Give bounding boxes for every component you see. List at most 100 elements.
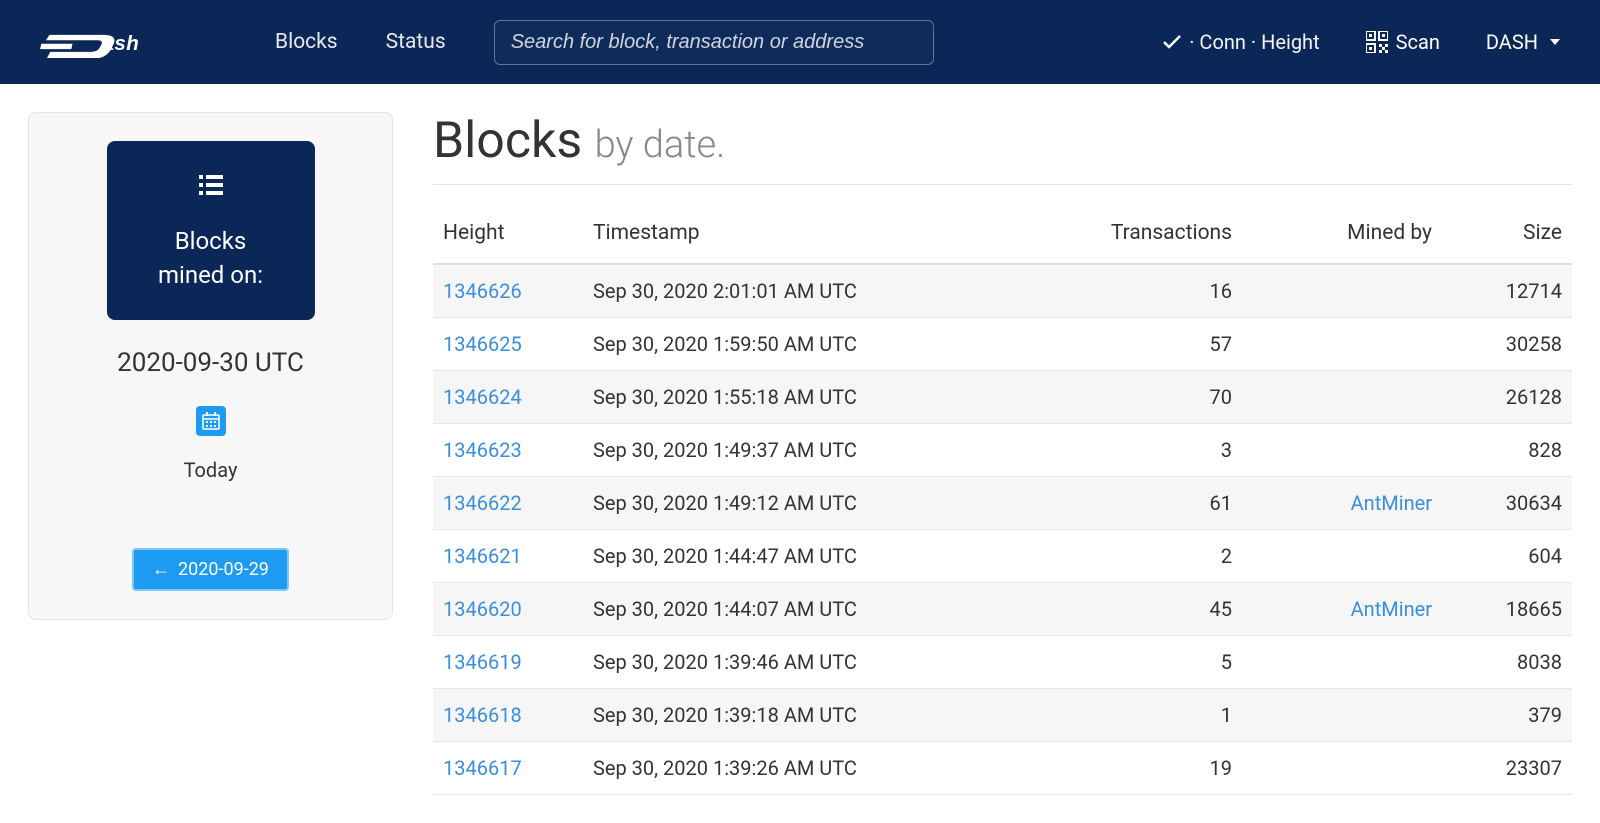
th-mined-by: Mined by xyxy=(1242,207,1442,264)
size-cell: 26128 xyxy=(1442,371,1572,424)
table-row: 1346619 Sep 30, 2020 1:39:46 AM UTC5 8038 xyxy=(433,636,1572,689)
height-link[interactable]: 1346617 xyxy=(443,756,522,780)
timestamp-cell: Sep 30, 2020 1:39:46 AM UTC xyxy=(583,636,1062,689)
calendar-button[interactable] xyxy=(196,406,226,436)
height-link[interactable]: 1346619 xyxy=(443,650,522,674)
scan-button[interactable]: Scan xyxy=(1366,30,1440,54)
today-label: Today xyxy=(184,458,238,482)
timestamp-cell: Sep 30, 2020 2:01:01 AM UTC xyxy=(583,264,1062,318)
table-row: 1346620 Sep 30, 2020 1:44:07 AM UTC45 AntM… xyxy=(433,583,1572,636)
height-link[interactable]: 1346620 xyxy=(443,597,522,621)
table-row: 1346623Sep 30, 2020 1:49:37 AM UTC3828 xyxy=(433,424,1572,477)
timestamp-cell: Sep 30, 2020 1:49:12 AM UTC xyxy=(583,477,1062,530)
search-input[interactable] xyxy=(494,20,934,65)
size-cell: 18665 xyxy=(1442,583,1572,636)
transactions-cell: 19 xyxy=(1062,742,1242,795)
connection-status[interactable]: · Conn · Height xyxy=(1163,30,1319,54)
currency-label: DASH xyxy=(1486,30,1538,54)
size-cell: 30258 xyxy=(1442,318,1572,371)
nav-link-blocks[interactable]: Blocks xyxy=(275,30,338,54)
height-link[interactable]: 1346622 xyxy=(443,491,522,515)
mined-by-cell xyxy=(1242,424,1442,477)
transactions-cell: 1 xyxy=(1062,689,1242,742)
page-title: Blocks by date. xyxy=(433,112,1572,185)
mined-by-link[interactable]: AntMiner xyxy=(1351,597,1432,621)
page-title-subtitle: by date. xyxy=(595,123,726,167)
table-row: 1346626 Sep 30, 2020 2:01:01 AM UTC16 1271… xyxy=(433,264,1572,318)
transactions-cell: 70 xyxy=(1062,371,1242,424)
height-link[interactable]: 1346624 xyxy=(443,385,522,409)
th-height: Height xyxy=(433,207,583,264)
prev-date-button[interactable]: ← 2020-09-29 xyxy=(132,548,289,591)
transactions-cell: 16 xyxy=(1062,264,1242,318)
size-cell: 30634 xyxy=(1442,477,1572,530)
size-cell: 828 xyxy=(1442,424,1572,477)
timestamp-cell: Sep 30, 2020 1:39:18 AM UTC xyxy=(583,689,1062,742)
check-icon xyxy=(1163,35,1181,49)
size-cell: 23307 xyxy=(1442,742,1572,795)
blocks-table: Height Timestamp Transactions Mined by S… xyxy=(433,207,1572,795)
qr-icon xyxy=(1366,31,1388,53)
logo[interactable]: ash xyxy=(40,26,165,58)
height-link[interactable]: 1346621 xyxy=(443,544,522,568)
timestamp-cell: Sep 30, 2020 1:55:18 AM UTC xyxy=(583,371,1062,424)
th-transactions: Transactions xyxy=(1062,207,1242,264)
timestamp-cell: Sep 30, 2020 1:39:26 AM UTC xyxy=(583,742,1062,795)
mined-by-cell xyxy=(1242,742,1442,795)
calendar-icon xyxy=(202,412,220,430)
mined-by-cell xyxy=(1242,689,1442,742)
content: Blocks mined on: 2020-09-30 UTC Today ← … xyxy=(0,84,1600,823)
currency-dropdown[interactable]: DASH xyxy=(1486,30,1560,54)
sidebar: Blocks mined on: 2020-09-30 UTC Today ← … xyxy=(28,112,393,620)
search-box xyxy=(494,20,934,65)
transactions-cell: 5 xyxy=(1062,636,1242,689)
mined-by-link[interactable]: AntMiner xyxy=(1351,491,1432,515)
height-link[interactable]: 1346626 xyxy=(443,279,522,303)
height-link[interactable]: 1346623 xyxy=(443,438,522,462)
height-link[interactable]: 1346618 xyxy=(443,703,522,727)
sidebar-date: 2020-09-30 UTC xyxy=(117,348,304,378)
size-cell: 604 xyxy=(1442,530,1572,583)
mined-by-cell: AntMiner xyxy=(1242,477,1442,530)
navbar: ash Blocks Status · Conn · Height xyxy=(0,0,1600,84)
table-row: 1346622 Sep 30, 2020 1:49:12 AM UTC61 AntM… xyxy=(433,477,1572,530)
sidebar-card-line2: mined on: xyxy=(127,259,295,293)
table-row: 1346625 Sep 30, 2020 1:59:50 AM UTC57 3025… xyxy=(433,318,1572,371)
transactions-cell: 3 xyxy=(1062,424,1242,477)
th-size: Size xyxy=(1442,207,1572,264)
sidebar-card-text: Blocks mined on: xyxy=(127,225,295,292)
mined-by-cell xyxy=(1242,318,1442,371)
nav-link-status[interactable]: Status xyxy=(386,30,446,54)
dash-logo-icon: ash xyxy=(40,26,165,58)
mined-by-cell xyxy=(1242,371,1442,424)
arrow-left-icon: ← xyxy=(152,559,170,580)
size-cell: 8038 xyxy=(1442,636,1572,689)
table-row: 1346618 Sep 30, 2020 1:39:18 AM UTC1 379 xyxy=(433,689,1572,742)
connection-status-text: · Conn · Height xyxy=(1189,30,1319,54)
timestamp-cell: Sep 30, 2020 1:44:07 AM UTC xyxy=(583,583,1062,636)
sidebar-card-line1: Blocks xyxy=(127,225,295,259)
sidebar-card: Blocks mined on: xyxy=(107,141,315,320)
size-cell: 12714 xyxy=(1442,264,1572,318)
table-header-row: Height Timestamp Transactions Mined by S… xyxy=(433,207,1572,264)
mined-by-cell xyxy=(1242,636,1442,689)
list-icon xyxy=(127,173,295,201)
prev-date-label: 2020-09-29 xyxy=(178,559,269,580)
navbar-right: · Conn · Height Scan xyxy=(1163,30,1560,54)
table-row: 1346621Sep 30, 2020 1:44:47 AM UTC2604 xyxy=(433,530,1572,583)
size-cell: 379 xyxy=(1442,689,1572,742)
svg-text:ash: ash xyxy=(103,32,140,55)
main: Blocks by date. Height Timestamp Transac… xyxy=(433,112,1572,795)
timestamp-cell: Sep 30, 2020 1:59:50 AM UTC xyxy=(583,318,1062,371)
transactions-cell: 45 xyxy=(1062,583,1242,636)
navbar-left: ash Blocks Status xyxy=(40,20,934,65)
mined-by-cell: AntMiner xyxy=(1242,583,1442,636)
mined-by-cell xyxy=(1242,530,1442,583)
height-link[interactable]: 1346625 xyxy=(443,332,522,356)
page-title-main: Blocks xyxy=(433,112,582,170)
transactions-cell: 57 xyxy=(1062,318,1242,371)
table-row: 1346624 Sep 30, 2020 1:55:18 AM UTC70 2612… xyxy=(433,371,1572,424)
transactions-cell: 61 xyxy=(1062,477,1242,530)
mined-by-cell xyxy=(1242,264,1442,318)
caret-down-icon xyxy=(1550,39,1560,45)
